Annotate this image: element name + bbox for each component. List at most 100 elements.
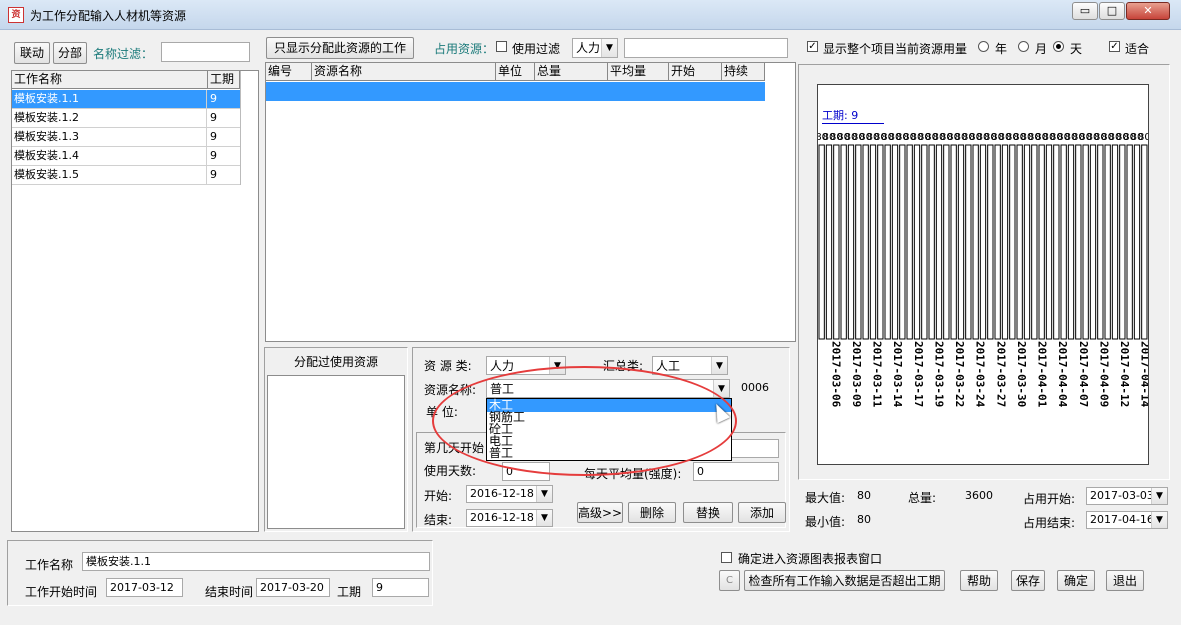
window-title: 为工作分配输入人材机等资源 <box>30 9 187 23</box>
confirm-chart-checkbox[interactable] <box>721 552 732 563</box>
histogram-bar <box>825 144 833 340</box>
end-date-picker[interactable]: 2016-12-18 ▼ <box>466 509 553 527</box>
histogram-bar <box>913 144 921 340</box>
chevron-down-icon[interactable]: ▼ <box>1151 512 1167 528</box>
only-assigned-button[interactable]: 只显示分配此资源的工作 <box>266 37 414 59</box>
histogram-bar <box>877 144 884 340</box>
assigned-used-list[interactable] <box>267 375 405 529</box>
col-total[interactable]: 总量 <box>535 63 608 81</box>
x-tick-label: 2017-03-09 <box>850 341 863 407</box>
use-filter-checkbox[interactable] <box>496 41 507 52</box>
work-period-cell: 9 <box>210 168 217 181</box>
occupy-start-picker[interactable]: 2017-03-03 ▼ <box>1086 487 1168 505</box>
delete-button[interactable]: 删除 <box>628 502 676 523</box>
exit-button[interactable]: 退出 <box>1106 570 1144 591</box>
summary-type-select[interactable]: 人工 ▼ <box>652 356 728 375</box>
work-name-cell: 模板安装.1.5 <box>12 166 207 185</box>
col-duration[interactable]: 持续 <box>722 63 765 81</box>
start-date-picker[interactable]: 2016-12-18 ▼ <box>466 485 553 503</box>
advanced-button[interactable]: 高级>> <box>577 502 623 523</box>
x-tick-label: 2017-04-09 <box>1097 341 1110 407</box>
table-row[interactable]: 模板安装.1.3 9 <box>12 128 240 147</box>
resource-type-filter-select[interactable]: 人力 ▼ <box>572 38 618 58</box>
app-icon: 资 <box>8 7 24 23</box>
help-button[interactable]: 帮助 <box>960 570 998 591</box>
check-all-work-button[interactable]: 检查所有工作输入数据是否超出工期 <box>744 570 945 591</box>
histogram-bar <box>950 144 957 340</box>
start-date-label: 开始: <box>424 489 453 503</box>
histogram-bar <box>862 144 869 340</box>
table-row[interactable]: 模板安装.1.5 9 <box>12 166 240 185</box>
x-tick-label: 2017-03-27 <box>994 341 1007 407</box>
table-row[interactable] <box>266 82 765 101</box>
ok-button[interactable]: 确定 <box>1057 570 1095 591</box>
histogram-bar <box>928 144 935 340</box>
work-period-label: 工期 <box>337 585 362 599</box>
daily-avg-input[interactable]: 0 <box>693 462 779 481</box>
chevron-down-icon[interactable]: ▼ <box>601 39 617 57</box>
work-name-cell: 模板安装.1.3 <box>12 128 207 147</box>
histogram-bar <box>1038 144 1045 340</box>
radio-day[interactable] <box>1053 41 1064 52</box>
replace-button[interactable]: 替换 <box>683 502 733 523</box>
work-end-input[interactable]: 2017-03-20 <box>256 578 330 597</box>
fit-checkbox[interactable]: ✓ <box>1109 41 1120 52</box>
close-button[interactable]: ✕ <box>1126 2 1170 20</box>
table-row[interactable]: 模板安装.1.2 9 <box>12 109 240 128</box>
maximize-button[interactable]: □ <box>1099 2 1125 20</box>
name-filter-input[interactable] <box>161 42 250 62</box>
work-list-panel: 工作名称 工期 模板安装.1.1 9 模板安装.1.2 9 模板安装.1.3 9… <box>11 70 259 532</box>
save-button[interactable]: 保存 <box>1011 570 1045 591</box>
col-start[interactable]: 开始 <box>669 63 722 81</box>
col-average[interactable]: 平均量 <box>608 63 669 81</box>
table-row[interactable]: 模板安装.1.1 9 <box>12 90 240 109</box>
histogram-bar <box>1119 144 1126 340</box>
chevron-down-icon[interactable]: ▼ <box>536 510 552 526</box>
use-filter-label: 使用过滤 <box>512 42 561 56</box>
col-work-period[interactable]: 工期 <box>208 71 240 89</box>
histogram-bar <box>1045 144 1053 340</box>
title-bar[interactable]: 资 为工作分配输入人材机等资源 ▭ □ ✕ <box>0 0 1181 30</box>
work-period-input[interactable]: 9 <box>372 578 429 597</box>
work-name-input[interactable]: 模板安装.1.1 <box>82 552 430 571</box>
min-label: 最小值: <box>805 515 846 529</box>
histogram-bar <box>987 144 994 340</box>
work-start-input[interactable]: 2017-03-12 <box>106 578 183 597</box>
radio-month[interactable] <box>1018 41 1029 52</box>
histogram-bar <box>965 144 972 340</box>
select-value: 人工 <box>656 359 681 373</box>
chevron-down-icon[interactable]: ▼ <box>536 486 552 502</box>
histogram-bar <box>1111 144 1119 340</box>
select-value: 2017-03-03 <box>1090 489 1154 502</box>
show-project-checkbox[interactable]: ✓ <box>807 41 818 52</box>
fit-label: 适合 <box>1125 42 1150 56</box>
occupy-end-picker[interactable]: 2017-04-16 ▼ <box>1086 511 1168 529</box>
minimize-button[interactable]: ▭ <box>1072 2 1098 20</box>
radio-year-label: 年 <box>995 42 1008 56</box>
x-tick-label: 2017-03-11 <box>871 341 884 408</box>
col-code[interactable]: 编号 <box>266 63 312 81</box>
histogram-bar <box>921 144 928 340</box>
chevron-down-icon[interactable]: ▼ <box>711 357 727 374</box>
col-work-name[interactable]: 工作名称 <box>12 71 208 89</box>
radio-year[interactable] <box>978 41 989 52</box>
confirm-chart-label: 确定进入资源图表报表窗口 <box>738 552 883 566</box>
col-unit[interactable]: 单位 <box>496 63 535 81</box>
work-name-label: 工作名称 <box>25 558 74 572</box>
work-period-cell: 9 <box>210 111 217 124</box>
split-button[interactable]: 分部 <box>53 42 87 64</box>
chevron-down-icon[interactable]: ▼ <box>1151 488 1167 504</box>
c-button[interactable]: C <box>719 570 740 591</box>
add-button[interactable]: 添加 <box>738 502 786 523</box>
select-value: 2016-12-18 <box>470 487 534 500</box>
x-tick-label: 2017-04-01 <box>1036 341 1049 408</box>
histogram-svg: 8080808080808080808080808080808080808080… <box>818 132 1148 408</box>
resource-table: 编号 资源名称 单位 总量 平均量 开始 持续 <box>265 62 796 342</box>
assigned-used-label: 分配过使用资源 <box>294 355 379 369</box>
col-resource-name[interactable]: 资源名称 <box>312 63 496 81</box>
histogram-bar <box>818 144 825 340</box>
resource-filter-input[interactable] <box>624 38 788 58</box>
link-button[interactable]: 联动 <box>14 42 50 64</box>
x-tick-label: 2017-03-06 <box>829 341 842 408</box>
table-row[interactable]: 模板安装.1.4 9 <box>12 147 240 166</box>
